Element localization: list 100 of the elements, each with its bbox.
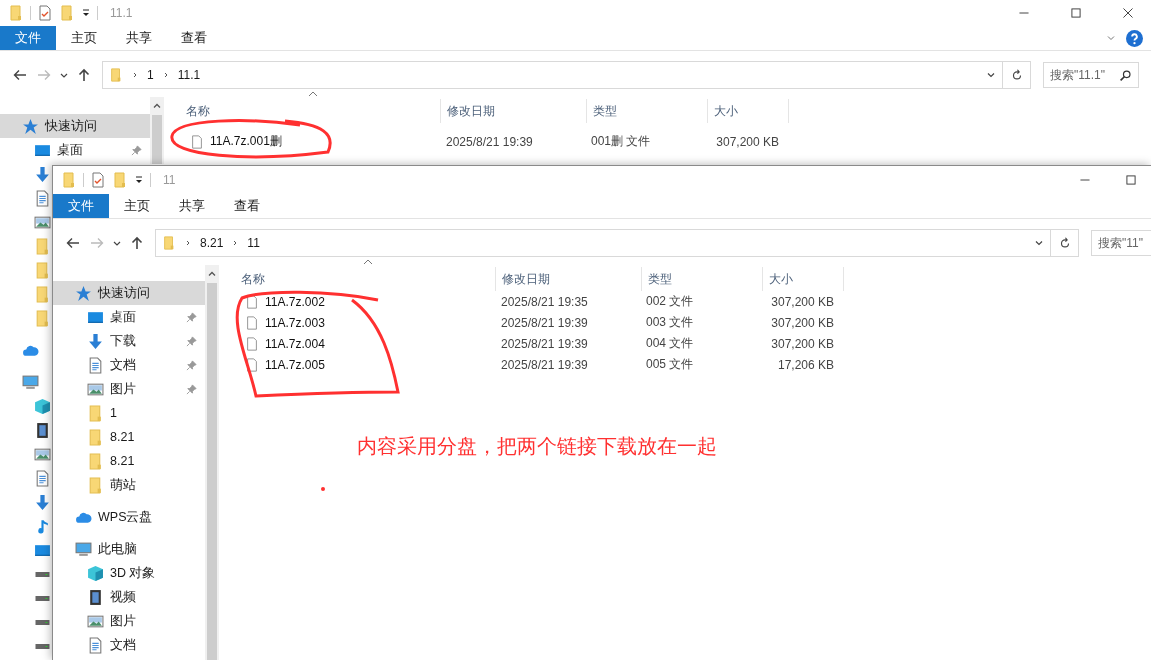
nav-item[interactable]: 8.21 (53, 449, 205, 473)
table-cell: 004 文件 (646, 335, 694, 352)
table-cell: 17,206 KB (777, 357, 834, 372)
drive-icon[interactable] (34, 570, 51, 578)
file-icon (245, 293, 259, 310)
film-icon (87, 588, 104, 606)
address-bar[interactable]: 8.21 11 (155, 229, 1051, 257)
scrollbar[interactable] (205, 265, 219, 660)
search-field[interactable]: 搜索"11.1" (1043, 62, 1139, 88)
breadcrumb-item[interactable]: 1 (147, 68, 154, 82)
breadcrumb-item[interactable]: 11.1 (177, 68, 201, 82)
column-header[interactable]: 大小 (708, 99, 789, 123)
download-arrow-icon[interactable] (34, 493, 51, 511)
folder-icon[interactable] (34, 309, 51, 327)
folder-icon[interactable] (34, 285, 51, 303)
chevron-right-icon[interactable] (131, 71, 139, 79)
column-header[interactable]: 名称 (186, 99, 441, 123)
nav-item[interactable]: 萌站 (53, 473, 205, 497)
help-icon[interactable] (1126, 29, 1143, 47)
ribbon-tab[interactable]: 文件 (53, 194, 109, 218)
scroll-thumb[interactable] (152, 115, 162, 164)
nav-item[interactable]: 快速访问 (53, 281, 205, 305)
pin-icon[interactable] (186, 311, 197, 323)
search-field[interactable]: 搜索"11" (1091, 230, 1151, 256)
drive-icon[interactable] (34, 594, 51, 602)
column-header[interactable]: 名称 (241, 267, 496, 291)
nav-item[interactable]: 图片 (53, 609, 205, 633)
ribbon-tab[interactable]: 主页 (109, 194, 164, 218)
scroll-up-icon[interactable] (152, 101, 162, 111)
file-name[interactable]: 11A.7z.001删 (210, 133, 282, 150)
file-icon (245, 335, 259, 352)
refresh-button[interactable] (1051, 229, 1079, 257)
checklist-icon[interactable] (37, 5, 53, 21)
breadcrumb-item[interactable]: 8.21 (200, 236, 224, 250)
nav-item[interactable]: 图片 (53, 377, 205, 401)
scrollbar[interactable] (150, 97, 164, 164)
scroll-thumb[interactable] (207, 283, 217, 660)
ribbon-tab[interactable]: 文件 (0, 26, 56, 50)
file-name[interactable]: 11A.7z.002 (265, 294, 325, 309)
document-icon[interactable] (34, 189, 51, 207)
caret-icon[interactable] (134, 175, 144, 185)
maximize-icon (1126, 175, 1136, 185)
column-header[interactable]: 类型 (642, 267, 763, 291)
sort-caret-icon (308, 91, 318, 97)
nav-item[interactable]: 8.21 (53, 425, 205, 449)
checklist-icon[interactable] (90, 172, 106, 188)
pin-icon[interactable] (131, 144, 142, 156)
folder-icon[interactable] (34, 261, 51, 279)
folder-icon (109, 67, 123, 83)
document-icon[interactable] (34, 469, 51, 487)
file-name[interactable]: 11A.7z.004 (265, 336, 325, 351)
cube-icon[interactable] (34, 397, 51, 415)
nav-item[interactable]: 3D 对象 (53, 561, 205, 585)
breadcrumb-item[interactable]: 11 (247, 236, 260, 250)
ribbon-tab[interactable]: 共享 (164, 194, 219, 218)
drive-icon[interactable] (34, 642, 51, 650)
nav-item[interactable]: 视频 (53, 585, 205, 609)
nav-item[interactable]: 桌面 (53, 305, 205, 329)
nav-item[interactable]: 下载 (53, 329, 205, 353)
cube-icon (87, 564, 104, 582)
computer-icon[interactable] (22, 373, 39, 391)
caret-icon[interactable] (81, 8, 91, 18)
nav-item[interactable]: 1 (53, 401, 205, 425)
nav-item[interactable]: 文档 (53, 353, 205, 377)
file-name[interactable]: 11A.7z.005 (265, 357, 325, 372)
nav-item[interactable]: WPS云盘 (53, 505, 205, 529)
up-arrow-icon (76, 67, 92, 83)
folder-icon[interactable] (34, 237, 51, 255)
chevron-right-icon[interactable] (184, 239, 192, 247)
chevron-down-icon[interactable] (986, 70, 996, 80)
ribbon-tab[interactable]: 查看 (219, 194, 274, 218)
column-header[interactable]: 修改日期 (441, 99, 587, 123)
film-icon[interactable] (34, 421, 51, 439)
search-icon[interactable] (1119, 68, 1132, 82)
column-header[interactable]: 修改日期 (496, 267, 642, 291)
scroll-up-icon[interactable] (207, 269, 217, 279)
table-cell: 005 文件 (646, 356, 694, 373)
pin-icon[interactable] (186, 335, 197, 347)
drive-icon[interactable] (34, 618, 51, 626)
column-header[interactable]: 大小 (763, 267, 844, 291)
ribbon-tab[interactable]: 主页 (56, 26, 111, 50)
column-header[interactable]: 类型 (587, 99, 708, 123)
file-name[interactable]: 11A.7z.003 (265, 315, 325, 330)
table-cell: 307,200 KB (771, 294, 834, 309)
download-arrow-icon[interactable] (34, 165, 51, 183)
ribbon-tab[interactable]: 共享 (111, 26, 166, 50)
table-cell: 2025/8/21 19:39 (446, 134, 533, 149)
table-cell: 2025/8/21 19:39 (501, 315, 588, 330)
refresh-button[interactable] (1003, 61, 1031, 89)
nav-item[interactable]: 此电脑 (53, 537, 205, 561)
ribbon-tab[interactable]: 查看 (166, 26, 221, 50)
address-bar[interactable]: 1 11.1 (102, 61, 1003, 89)
chevron-down-icon[interactable] (1034, 238, 1044, 248)
document-icon (87, 636, 104, 654)
file-icon (245, 356, 259, 373)
nav-item[interactable]: 文档 (53, 633, 205, 657)
nav-item[interactable]: 快速访问 (0, 114, 150, 138)
pin-icon[interactable] (186, 383, 197, 395)
nav-item[interactable]: 桌面 (0, 138, 150, 162)
pin-icon[interactable] (186, 359, 197, 371)
